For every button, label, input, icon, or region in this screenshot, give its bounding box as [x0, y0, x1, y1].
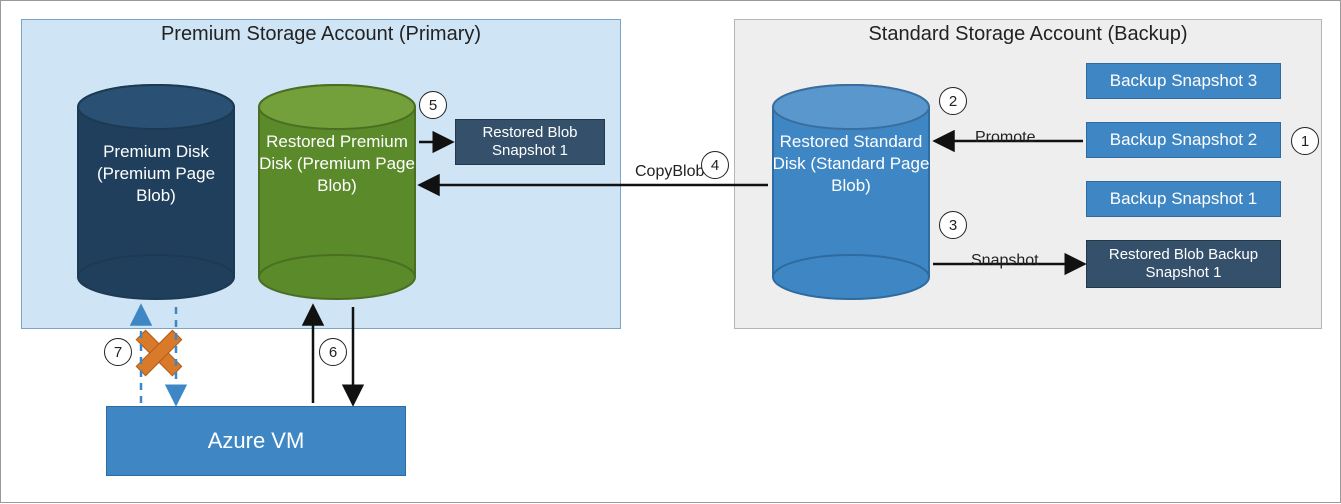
diagram-canvas: Premium Storage Account (Primary) Standa…	[0, 0, 1341, 503]
azure-vm: Azure VM	[106, 406, 406, 476]
backup-snapshot-1: Backup Snapshot 1	[1086, 181, 1281, 217]
label-copyblob: CopyBlob	[635, 163, 704, 181]
restored-premium-disk: Restored Premium Disk (Premium Page Blob…	[257, 83, 417, 303]
restored-blob-backup-snapshot-1: Restored Blob Backup Snapshot 1	[1086, 240, 1281, 288]
step-2: 2	[939, 87, 967, 115]
step-7: 7	[104, 338, 132, 366]
step-4: 4	[701, 151, 729, 179]
broken-link-icon	[137, 331, 181, 375]
step-6: 6	[319, 338, 347, 366]
restored-premium-disk-label: Restored Premium Disk (Premium Page Blob…	[257, 131, 417, 197]
restored-standard-disk-label: Restored Standard Disk (Standard Page Bl…	[771, 131, 931, 197]
label-snapshot: Snapshot	[971, 252, 1039, 270]
step-1: 1	[1291, 127, 1319, 155]
restored-blob-snapshot-1: Restored Blob Snapshot 1	[455, 119, 605, 165]
step-3: 3	[939, 211, 967, 239]
panel-backup-title: Standard Storage Account (Backup)	[734, 23, 1322, 46]
step-5: 5	[419, 91, 447, 119]
backup-snapshot-3: Backup Snapshot 3	[1086, 63, 1281, 99]
premium-disk-label: Premium Disk (Premium Page Blob)	[76, 141, 236, 207]
panel-primary-title: Premium Storage Account (Primary)	[21, 23, 621, 46]
backup-snapshot-2: Backup Snapshot 2	[1086, 122, 1281, 158]
restored-standard-disk: Restored Standard Disk (Standard Page Bl…	[771, 83, 931, 303]
premium-disk: Premium Disk (Premium Page Blob)	[76, 83, 236, 303]
label-promote: Promote	[975, 129, 1035, 147]
